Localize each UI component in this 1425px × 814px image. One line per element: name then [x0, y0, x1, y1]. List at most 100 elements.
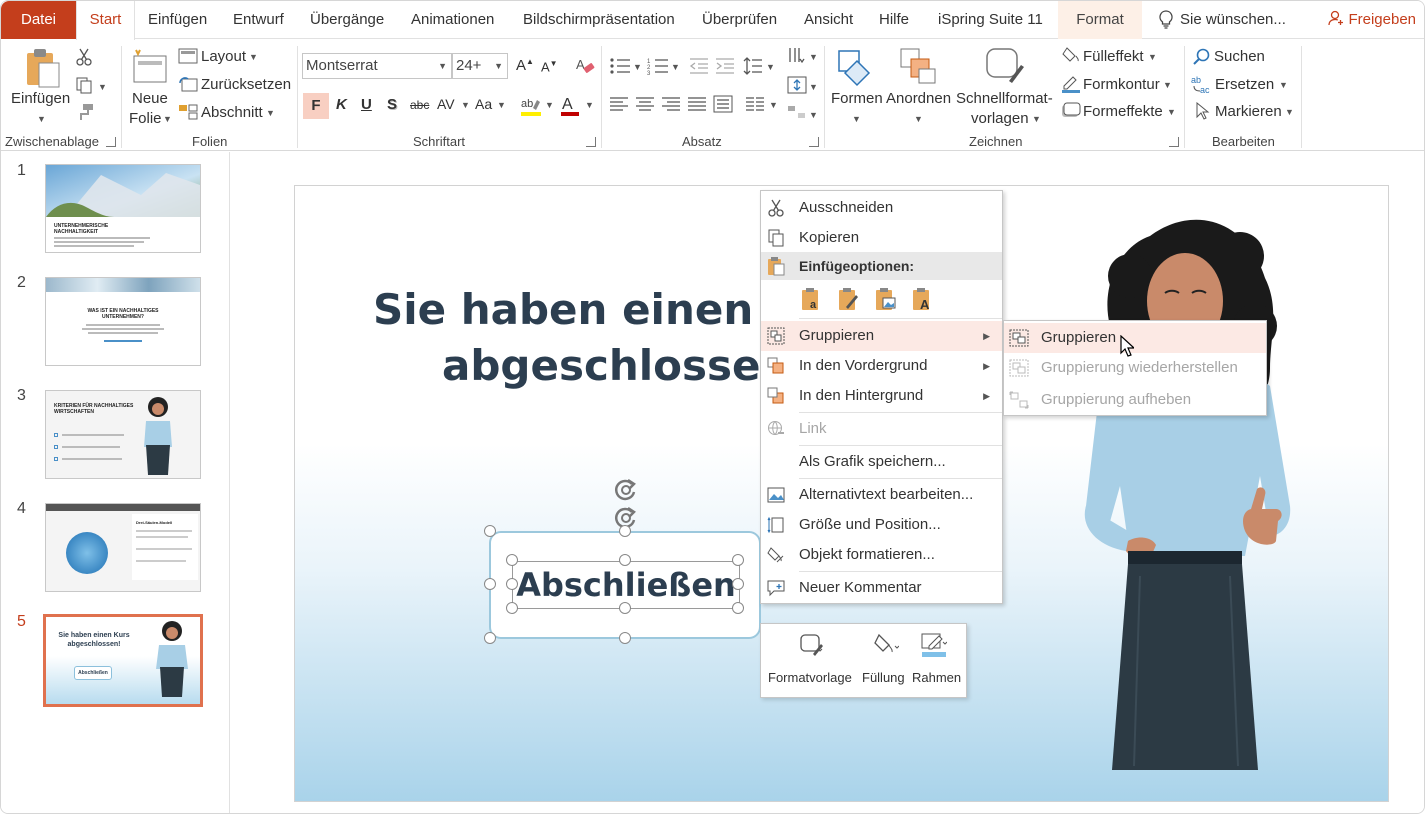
grow-font-icon[interactable]: A▲ — [516, 57, 534, 74]
menu-item-format-object[interactable]: Objekt formatieren... — [761, 540, 1002, 570]
align-center-icon[interactable] — [635, 96, 655, 112]
mini-fill-label[interactable]: Füllung — [862, 670, 905, 685]
copy-icon[interactable] — [75, 76, 93, 94]
format-painter-icon[interactable] — [75, 103, 95, 121]
copy-dropdown-icon[interactable]: ▼ — [98, 82, 107, 92]
menu-item-save-as-picture[interactable]: Als Grafik speichern... — [761, 447, 1002, 477]
clear-formatting-icon[interactable]: A — [575, 56, 595, 76]
paste-text-only-icon[interactable]: A — [912, 287, 934, 311]
tab-ansicht[interactable]: Ansicht — [804, 1, 853, 39]
tab-einfuegen[interactable]: Einfügen — [148, 1, 207, 39]
resize-handle[interactable] — [506, 602, 518, 614]
paste-keep-source-formatting-icon[interactable] — [838, 287, 860, 311]
paste-picture-icon[interactable] — [875, 287, 897, 311]
paste-dropdown-icon[interactable]: ▼ — [37, 114, 46, 124]
columns-icon[interactable] — [745, 96, 765, 112]
quick-styles-label-2[interactable]: vorlagen — [971, 110, 1029, 127]
menu-item-new-comment[interactable]: Neuer Kommentar — [761, 573, 1002, 603]
strikethrough-button[interactable]: abc — [410, 98, 429, 112]
smartart-icon[interactable] — [787, 104, 807, 122]
tab-bildschirmpraesentation[interactable]: Bildschirmpräsentation — [523, 1, 675, 39]
select-button[interactable]: Markieren — [1215, 103, 1282, 120]
clipboard-launcher-icon[interactable] — [106, 137, 116, 147]
slide-thumbnail-4[interactable]: Drei-Säulen-Modell — [45, 503, 201, 592]
tab-ueberpruefen[interactable]: Überprüfen — [702, 1, 777, 39]
tab-hilfe[interactable]: Hilfe — [879, 1, 909, 39]
tab-animationen[interactable]: Animationen — [411, 1, 494, 39]
new-slide-dropdown-icon[interactable]: ▼ — [163, 114, 172, 124]
tab-entwurf[interactable]: Entwurf — [233, 1, 284, 39]
resize-handle[interactable] — [732, 554, 744, 566]
underline-button[interactable]: U — [361, 96, 372, 113]
mini-outline-label[interactable]: Rahmen — [912, 670, 961, 685]
cut-icon[interactable] — [75, 48, 93, 66]
tab-ispring[interactable]: iSpring Suite 11 — [938, 1, 1043, 39]
font-color-icon[interactable]: A — [559, 94, 581, 118]
font-family-select[interactable]: Montserrat ▼ — [302, 53, 452, 79]
tab-uebergaenge[interactable]: Übergänge — [310, 1, 384, 39]
font-size-select[interactable]: 24+ ▼ — [452, 53, 508, 79]
shape-style-icon[interactable] — [799, 632, 825, 658]
decrease-indent-icon[interactable] — [689, 56, 709, 76]
align-text-icon[interactable] — [787, 76, 807, 94]
align-right-icon[interactable] — [661, 96, 681, 112]
paste-use-destination-theme-icon[interactable]: a — [801, 287, 823, 311]
resize-handle[interactable] — [732, 578, 744, 590]
reset-button[interactable]: Zurücksetzen — [201, 76, 291, 93]
menu-item-alt-text[interactable]: Alternativtext bearbeiten... — [761, 480, 1002, 510]
share-button[interactable]: Freigeben — [1328, 1, 1416, 39]
shape-fill-button[interactable]: Fülleffekt — [1083, 48, 1144, 65]
slide-thumbnail-1[interactable]: UNTERNEHMERISCHE NACHHALTIGKEIT — [45, 164, 201, 253]
outline-pen-icon[interactable] — [921, 632, 947, 658]
line-spacing-icon[interactable] — [743, 56, 763, 76]
shrink-font-icon[interactable]: A▼ — [541, 59, 558, 74]
menu-item-size-position[interactable]: Größe und Position... — [761, 510, 1002, 540]
text-shadow-button[interactable]: S — [387, 96, 397, 113]
font-launcher-icon[interactable] — [586, 137, 596, 147]
bullets-icon[interactable] — [609, 56, 631, 76]
slide-thumbnail-3[interactable]: KRITERIEN FÜR NACHHALTIGES WIRTSCHAFTEN — [45, 390, 201, 479]
tab-datei[interactable]: Datei — [1, 1, 76, 39]
section-button[interactable]: Abschnitt — [201, 104, 263, 121]
resize-handle[interactable] — [484, 632, 496, 644]
resize-handle[interactable] — [484, 525, 496, 537]
tab-format[interactable]: Format — [1058, 1, 1142, 39]
resize-handle[interactable] — [484, 578, 496, 590]
align-left-icon[interactable] — [609, 96, 629, 112]
new-slide-label-1[interactable]: Neue — [132, 90, 168, 107]
resize-handle[interactable] — [619, 554, 631, 566]
shape-outline-button[interactable]: Formkontur — [1083, 76, 1160, 93]
highlight-color-icon[interactable]: ab — [519, 94, 543, 118]
rotate-handle-icon[interactable] — [612, 476, 640, 504]
menu-item-send-backward[interactable]: In den Hintergrund ▶ — [761, 381, 1002, 411]
increase-indent-icon[interactable] — [715, 56, 735, 76]
text-direction-icon[interactable] — [787, 46, 807, 64]
slide-thumbnail-5[interactable]: Sie haben einen Kurs abgeschlossen! Absch… — [43, 614, 203, 707]
bold-button[interactable]: F — [303, 93, 329, 119]
mini-style-label[interactable]: Formatvorlage — [768, 670, 852, 685]
shapes-button[interactable]: Formen — [831, 90, 883, 107]
character-spacing-button[interactable]: AV — [437, 96, 455, 112]
justify-icon[interactable] — [687, 96, 707, 112]
resize-handle[interactable] — [619, 525, 631, 537]
find-button[interactable]: Suchen — [1214, 48, 1265, 65]
menu-item-bring-forward[interactable]: In den Vordergrund ▶ — [761, 351, 1002, 381]
justify-distributed-icon[interactable] — [713, 95, 733, 113]
arrange-button[interactable]: Anordnen — [886, 90, 951, 107]
fill-bucket-icon[interactable] — [873, 632, 899, 658]
resize-handle[interactable] — [506, 554, 518, 566]
italic-button[interactable]: K — [336, 96, 347, 113]
resize-handle[interactable] — [506, 578, 518, 590]
resize-handle[interactable] — [619, 602, 631, 614]
paragraph-launcher-icon[interactable] — [809, 137, 819, 147]
new-slide-label-2[interactable]: Folie — [129, 110, 162, 127]
shape-effects-button[interactable]: Formeffekte — [1083, 103, 1163, 120]
tab-start[interactable]: Start — [76, 1, 135, 40]
change-case-button[interactable]: Aa — [475, 96, 492, 112]
tell-me-search[interactable]: Sie wünschen... — [1180, 1, 1286, 39]
submenu-item-group[interactable]: Gruppieren — [1004, 323, 1266, 353]
layout-button[interactable]: Layout — [201, 48, 246, 65]
menu-item-copy[interactable]: Kopieren — [761, 223, 1002, 253]
slide-thumbnail-2[interactable]: WAS IST EIN NACHHALTIGES UNTERNEHMEN? — [45, 277, 201, 366]
numbering-icon[interactable]: 123 — [647, 56, 669, 76]
